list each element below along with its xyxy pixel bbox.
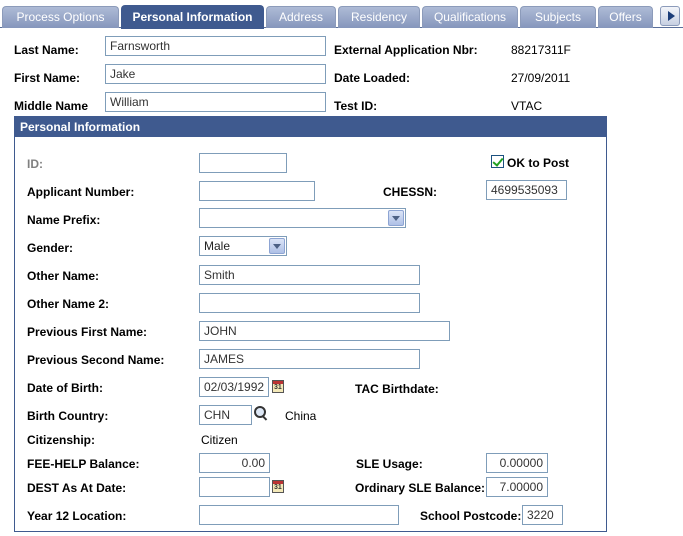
- tac-birthdate-label: TAC Birthdate:: [355, 382, 439, 396]
- tab-residency[interactable]: Residency: [338, 6, 420, 28]
- calendar-icon[interactable]: [272, 380, 284, 393]
- external-application-nbr-value: 88217311F: [511, 43, 571, 57]
- tab-personal-information[interactable]: Personal Information: [121, 5, 264, 29]
- fee-help-balance-label: FEE-HELP Balance:: [27, 457, 140, 471]
- applicant-number-label: Applicant Number:: [27, 185, 135, 199]
- last-name-input[interactable]: [105, 36, 326, 56]
- previous-first-name-input[interactable]: [199, 321, 450, 341]
- chessn-input[interactable]: [486, 180, 567, 200]
- date-loaded-label: Date Loaded:: [334, 71, 411, 85]
- middle-name-label: Middle Name: [14, 99, 89, 113]
- tab-scroll-right-icon[interactable]: [660, 6, 680, 26]
- tab-subjects[interactable]: Subjects: [520, 6, 596, 28]
- ordinary-sle-balance-label: Ordinary SLE Balance:: [355, 481, 486, 495]
- gender-value: Male: [204, 239, 231, 253]
- date-loaded-value: 27/09/2011: [511, 71, 571, 85]
- id-label: ID:: [27, 157, 43, 171]
- last-name-label: Last Name:: [14, 43, 79, 57]
- school-postcode-input[interactable]: [522, 505, 563, 525]
- sle-usage-input[interactable]: [486, 453, 548, 473]
- year-12-location-input[interactable]: [199, 505, 399, 525]
- year-12-location-label: Year 12 Location:: [27, 509, 127, 523]
- other-name-2-label: Other Name 2:: [27, 297, 110, 311]
- previous-second-name-label: Previous Second Name:: [27, 353, 165, 367]
- middle-name-input[interactable]: [105, 92, 326, 112]
- date-of-birth-input[interactable]: [199, 377, 269, 397]
- id-input[interactable]: [199, 153, 287, 173]
- chevron-down-icon[interactable]: [269, 238, 285, 254]
- tab-address[interactable]: Address: [266, 6, 336, 28]
- birth-country-name: China: [285, 409, 317, 423]
- previous-second-name-input[interactable]: [199, 349, 420, 369]
- tab-qualifications[interactable]: Qualifications: [422, 6, 518, 28]
- previous-first-name-label: Previous First Name:: [27, 325, 148, 339]
- other-name-input[interactable]: [199, 265, 420, 285]
- ok-to-post-checkbox[interactable]: [491, 155, 504, 168]
- birth-country-input[interactable]: [199, 405, 252, 425]
- citizenship-label: Citizenship:: [27, 433, 95, 447]
- applicant-number-input[interactable]: [199, 181, 315, 201]
- ok-to-post-label: OK to Post: [507, 156, 569, 170]
- test-id-label: Test ID:: [334, 99, 378, 113]
- other-name-label: Other Name:: [27, 269, 100, 283]
- gender-label: Gender:: [27, 241, 74, 255]
- tab-process-options[interactable]: Process Options: [2, 6, 119, 28]
- gender-select[interactable]: Male: [199, 236, 287, 256]
- chevron-down-icon[interactable]: [388, 210, 404, 226]
- fee-help-balance-input[interactable]: [199, 453, 270, 473]
- sle-usage-label: SLE Usage:: [356, 457, 423, 471]
- dest-as-at-date-label: DEST As At Date:: [27, 481, 127, 495]
- citizenship-value: Citizen: [201, 433, 238, 447]
- birth-country-label: Birth Country:: [27, 409, 109, 423]
- test-id-value: VTAC: [511, 99, 543, 113]
- date-of-birth-label: Date of Birth:: [27, 381, 103, 395]
- dest-as-at-date-input[interactable]: [199, 477, 270, 497]
- name-prefix-label: Name Prefix:: [27, 213, 101, 227]
- tab-offers[interactable]: Offers: [598, 6, 653, 28]
- calendar-icon[interactable]: [272, 480, 284, 493]
- first-name-input[interactable]: [105, 64, 326, 84]
- lookup-search-icon[interactable]: [253, 405, 269, 421]
- chessn-label: CHESSN:: [383, 185, 438, 199]
- section-title: Personal Information: [15, 117, 606, 137]
- external-application-nbr-label: External Application Nbr:: [334, 43, 478, 57]
- name-prefix-select[interactable]: [199, 208, 406, 228]
- ordinary-sle-balance-input[interactable]: [486, 477, 548, 497]
- tab-bar: Process Options Personal Information Add…: [0, 0, 683, 29]
- other-name-2-input[interactable]: [199, 293, 420, 313]
- school-postcode-label: School Postcode:: [420, 509, 522, 523]
- first-name-label: First Name:: [14, 71, 81, 85]
